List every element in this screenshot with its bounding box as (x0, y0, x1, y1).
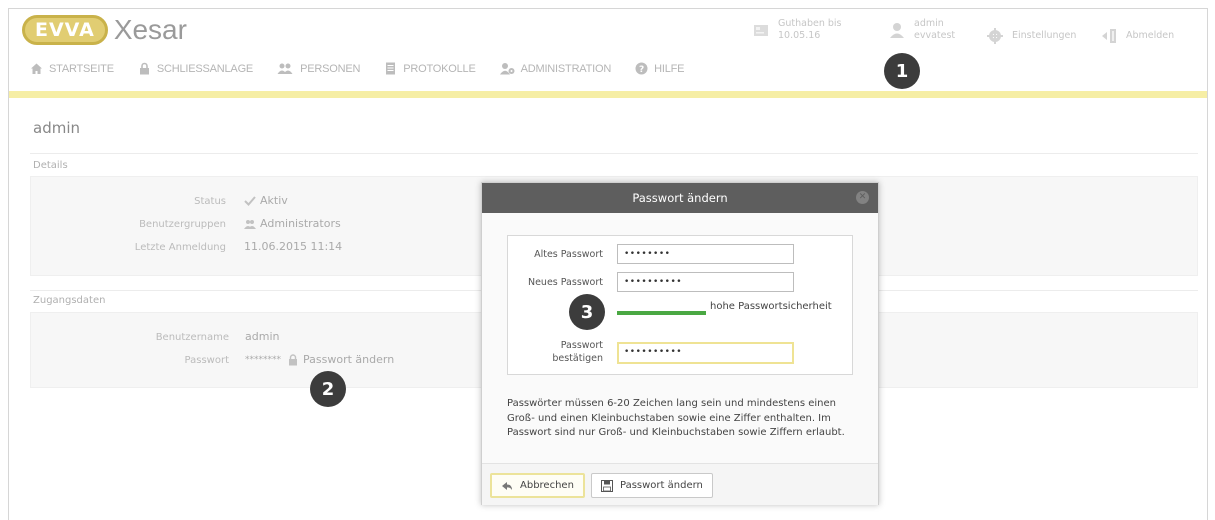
nav-label: STARTSEITE (49, 62, 114, 75)
status-label: Status (194, 196, 226, 207)
page-title: admin (33, 119, 80, 137)
evva-xesar-logo: EVVA Xesar (22, 14, 187, 46)
lock-icon (139, 62, 149, 75)
change-password-text: Passwort ändern (303, 353, 395, 366)
document-icon (386, 62, 396, 75)
nav-item-hilfe[interactable]: ? HILFE (635, 62, 684, 75)
username-value: admin (245, 330, 280, 343)
old-password-label: Altes Passwort (534, 249, 603, 260)
user-icon (890, 23, 904, 38)
dialog-header: Passwort ändern ✕ (482, 183, 878, 213)
credit-info: Guthaben bis 10.05.16 (752, 18, 842, 42)
callout-marker-3: 3 (569, 294, 605, 330)
user-menu[interactable]: admin evvatest (888, 18, 955, 42)
new-password-field[interactable]: •••••••••• (617, 272, 794, 292)
username-label: Benutzername (155, 332, 229, 343)
credit-label: Guthaben bis (778, 18, 842, 29)
main-navigation: STARTSEITE SCHLIESSANLAGE PERSONEN PROTO… (30, 62, 708, 75)
gear-icon (987, 28, 1003, 44)
status-value: Aktiv (244, 194, 288, 207)
cancel-label: Abbrechen (520, 480, 574, 491)
group-icon (244, 219, 256, 229)
access-section-label: Zugangsdaten (33, 295, 106, 306)
nav-item-protokolle[interactable]: PROTOKOLLE (384, 62, 476, 75)
svg-text:?: ? (639, 65, 644, 75)
status-text: Aktiv (260, 194, 288, 207)
password-mask: ******** (245, 354, 281, 365)
admin-icon (499, 63, 515, 75)
header-accent-bar (9, 91, 1207, 98)
old-password-field[interactable]: •••••••• (617, 244, 794, 264)
logo-badge-text: EVVA (35, 19, 95, 41)
nav-label: PROTOKOLLE (403, 62, 476, 75)
nav-item-schliessanlage[interactable]: SCHLIESSANLAGE (138, 62, 253, 75)
password-rules-text: Passwörter müssen 6-20 Zeichen lang sein… (507, 398, 845, 438)
user-org: evvatest (914, 30, 956, 41)
password-value: ******** Passwort ändern (245, 353, 394, 366)
home-icon (31, 63, 42, 74)
details-section-label: Details (33, 160, 68, 171)
nav-label: ADMINISTRATION (520, 62, 612, 75)
logo-text: Xesar (113, 14, 187, 45)
groups-text: Administrators (260, 217, 341, 230)
key-lock-icon (289, 353, 297, 365)
last-login-value: 11.06.2015 11:14 (244, 240, 343, 253)
check-icon (244, 195, 256, 206)
logo-badge: EVVA (22, 15, 108, 45)
user-name: admin (914, 18, 944, 29)
back-arrow-icon (502, 481, 512, 490)
save-icon (601, 479, 613, 492)
groups-value[interactable]: Administrators (244, 217, 341, 230)
password-label: Passwort (184, 355, 229, 366)
confirm-password-field[interactable]: •••••••••• (617, 342, 794, 364)
dialog-title: Passwort ändern (632, 191, 728, 205)
callout-marker-1: 1 (884, 53, 920, 89)
new-password-label: Neues Passwort (527, 277, 603, 288)
logout-icon (1102, 29, 1116, 43)
logout-link[interactable]: Abmelden (1100, 27, 1174, 45)
nav-label: SCHLIESSANLAGE (156, 62, 254, 75)
settings-link[interactable]: Einstellungen (986, 27, 1076, 45)
submit-label: Passwort ändern (620, 480, 703, 491)
logout-label: Abmelden (1126, 30, 1175, 41)
submit-change-password-button[interactable]: Passwort ändern (591, 473, 713, 498)
close-icon[interactable]: ✕ (856, 191, 869, 204)
people-icon (277, 63, 293, 74)
nav-label: HILFE (654, 62, 685, 75)
callout-marker-2: 2 (310, 371, 346, 407)
password-strength-text: hohe Passwortsicherheit (710, 301, 832, 312)
groups-label: Benutzergruppen (139, 219, 226, 230)
confirm-password-label: Passwort bestätigen (552, 340, 603, 364)
credit-date: 10.05.16 (778, 30, 821, 41)
nav-label: PERSONEN (300, 62, 361, 75)
nav-item-administration[interactable]: ADMINISTRATION (499, 62, 612, 75)
last-login-label: Letzte Anmeldung (134, 242, 226, 253)
change-password-dialog: Passwort ändern ✕ Altes Passwort •••••••… (481, 182, 879, 505)
dialog-footer: Abbrechen Passwort ändern (482, 463, 878, 505)
settings-label: Einstellungen (1012, 30, 1077, 41)
help-icon: ? (635, 62, 648, 75)
password-form: Altes Passwort •••••••• Neues Passwort •… (507, 235, 853, 375)
credit-card-icon (754, 25, 768, 36)
nav-item-personen[interactable]: PERSONEN (277, 62, 360, 75)
nav-item-startseite[interactable]: STARTSEITE (30, 62, 114, 75)
cancel-button[interactable]: Abbrechen (490, 473, 585, 498)
change-password-link[interactable]: Passwort ändern (287, 353, 394, 366)
divider (30, 153, 1198, 154)
password-strength-bar (617, 311, 706, 315)
